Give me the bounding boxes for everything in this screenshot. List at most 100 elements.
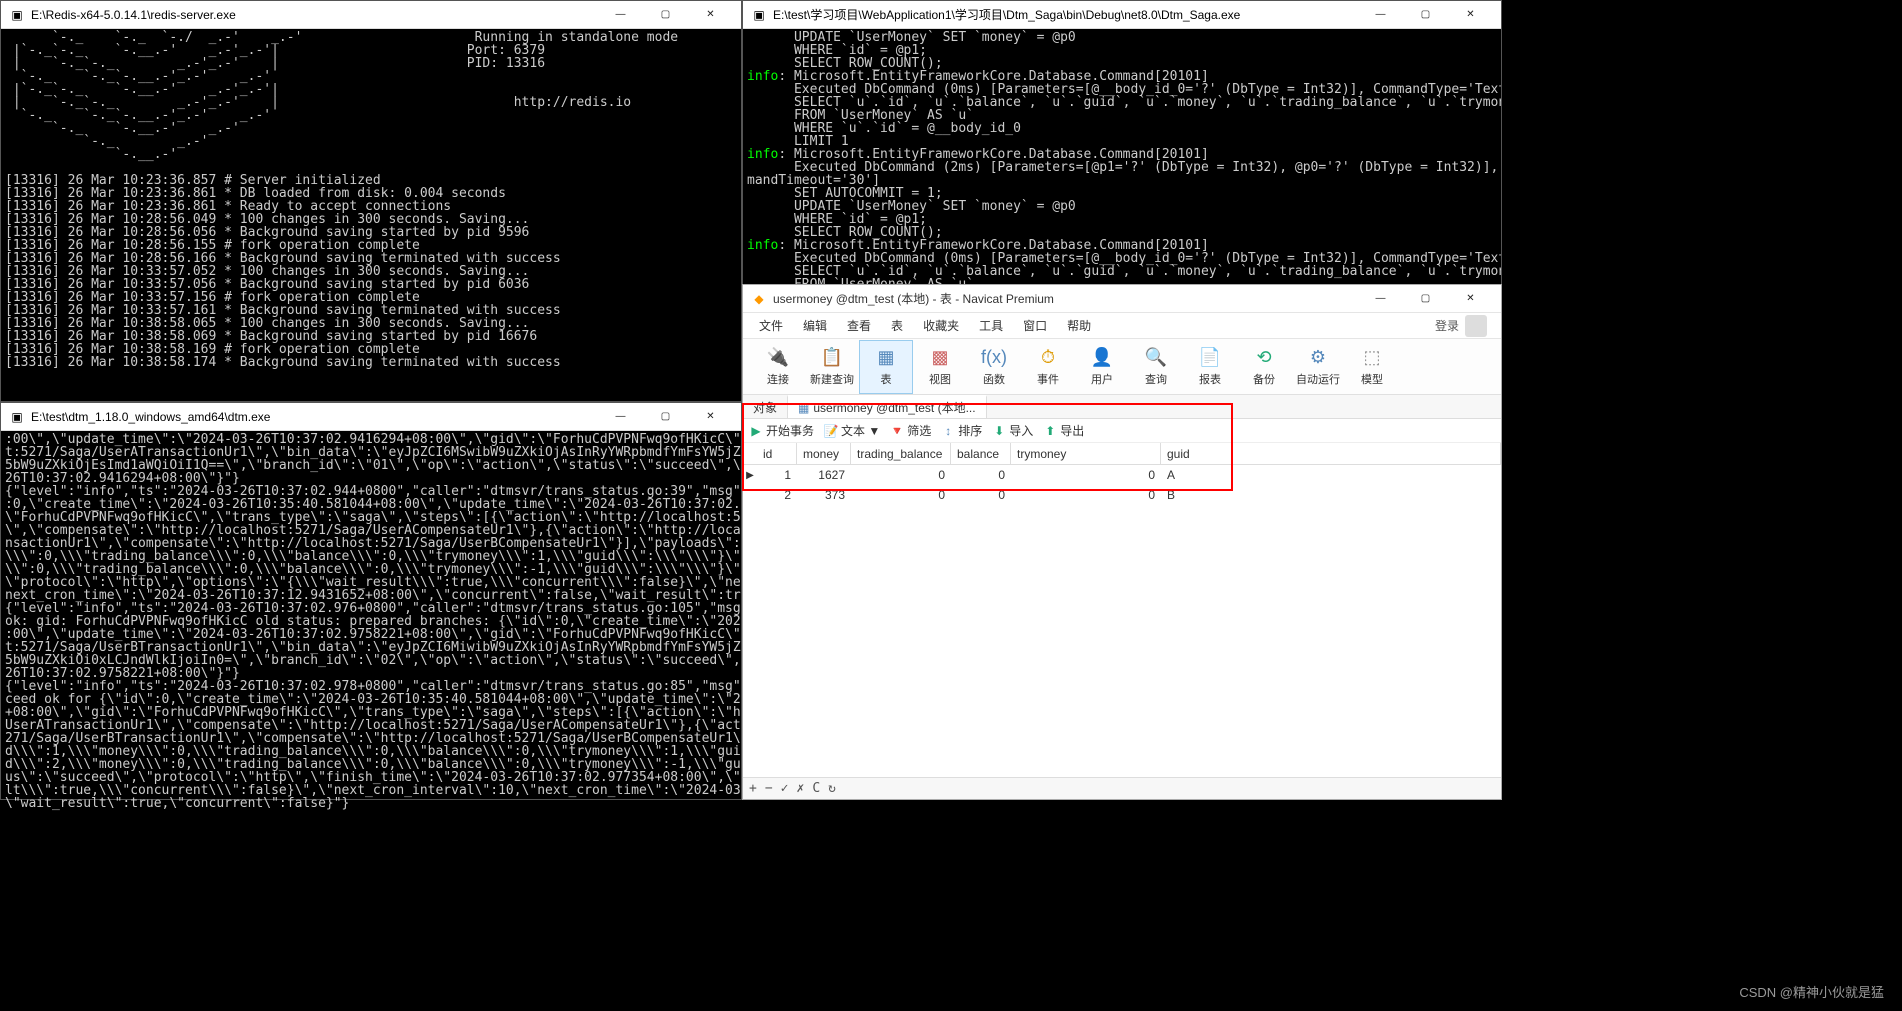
menu-编辑[interactable]: 编辑 [793,313,837,338]
视图-icon: ▩ [929,347,951,369]
console-icon: ▣ [751,7,767,23]
maximize-button[interactable]: ▢ [643,1,688,29]
col-header-money[interactable]: money [797,443,851,464]
close-button[interactable]: ✕ [688,403,733,431]
status-btn[interactable]: ✓ [781,781,789,796]
window-controls: — ▢ ✕ [598,403,733,431]
新建查询-icon: 📋 [821,347,843,369]
tab-usermoney[interactable]: ▦usermoney @dtm_test (本地... [788,395,987,418]
saga-title: E:\test\学习项目\WebApplication1\学习项目\Dtm_Sa… [773,6,1358,23]
maximize-button[interactable]: ▢ [1403,285,1448,313]
toolbar-新建查询[interactable]: 📋新建查询 [805,340,859,394]
action-排序[interactable]: ↕排序 [941,422,982,439]
action-筛选[interactable]: 🔻筛选 [890,422,931,439]
toolbar-表[interactable]: ▦表 [859,340,913,394]
table-row[interactable]: ▶11627000A [743,465,1501,485]
cell-money[interactable]: 1627 [797,465,851,485]
menu-查看[interactable]: 查看 [837,313,881,338]
dtm-title: E:\test\dtm_1.18.0_windows_amd64\dtm.exe [31,410,598,424]
cell-id[interactable]: 2 [757,485,797,505]
模型-icon: ⬚ [1361,347,1383,369]
action-导入[interactable]: ⬇导入 [992,422,1033,439]
action-icon: ↕ [941,424,955,438]
menu-表[interactable]: 表 [881,313,913,338]
minimize-button[interactable]: — [1358,285,1403,313]
tab-objects[interactable]: 对象 [743,395,788,418]
toolbar-报表[interactable]: 📄报表 [1183,340,1237,394]
menu-帮助[interactable]: 帮助 [1057,313,1101,338]
navicat-titlebar[interactable]: ◆ usermoney @dtm_test (本地) - 表 - Navicat… [743,285,1501,313]
cell-balance[interactable]: 0 [951,485,1011,505]
row-selector-header [743,443,757,464]
cell-trymoney[interactable]: 0 [1011,485,1161,505]
status-btn[interactable]: ↻ [828,781,836,796]
maximize-button[interactable]: ▢ [643,403,688,431]
cell-money[interactable]: 373 [797,485,851,505]
col-header-id[interactable]: id [757,443,797,464]
saga-output: UPDATE `UserMoney` SET `money` = @p0 WHE… [743,29,1501,306]
dtm-titlebar[interactable]: ▣ E:\test\dtm_1.18.0_windows_amd64\dtm.e… [1,403,741,431]
navicat-toolbar: 🔌连接📋新建查询▦表▩视图f(x)函数⏱事件👤用户🔍查询📄报表⟲备份⚙自动运行⬚… [743,339,1501,395]
table-row[interactable]: 2373000B [743,485,1501,505]
data-header: id money trading_balance balance trymone… [743,443,1501,465]
事件-icon: ⏱ [1037,347,1059,369]
toolbar-模型[interactable]: ⬚模型 [1345,340,1399,394]
action-导出[interactable]: ⬆导出 [1043,422,1084,439]
close-button[interactable]: ✕ [1448,1,1493,29]
报表-icon: 📄 [1199,347,1221,369]
redis-titlebar[interactable]: ▣ E:\Redis-x64-5.0.14.1\redis-server.exe… [1,1,741,29]
toolbar-视图[interactable]: ▩视图 [913,340,967,394]
cell-guid[interactable]: A [1161,465,1501,485]
toolbar-函数[interactable]: f(x)函数 [967,340,1021,394]
redis-title: E:\Redis-x64-5.0.14.1\redis-server.exe [31,8,598,22]
col-header-trading-balance[interactable]: trading_balance [851,443,951,464]
status-btn[interactable]: − [765,781,773,796]
saga-console: ▣ E:\test\学习项目\WebApplication1\学习项目\Dtm_… [742,0,1502,290]
cell-id[interactable]: 1 [757,465,797,485]
cell-trading_balance[interactable]: 0 [851,465,951,485]
close-button[interactable]: ✕ [1448,285,1493,313]
action-开始事务[interactable]: ▶开始事务 [749,422,814,439]
cell-trading_balance[interactable]: 0 [851,485,951,505]
menu-窗口[interactable]: 窗口 [1013,313,1057,338]
status-btn[interactable]: ✗ [796,781,804,796]
close-button[interactable]: ✕ [688,1,733,29]
toolbar-事件[interactable]: ⏱事件 [1021,340,1075,394]
status-btn[interactable]: + [749,781,757,796]
menu-收藏夹[interactable]: 收藏夹 [913,313,969,338]
cell-balance[interactable]: 0 [951,465,1011,485]
login-button[interactable]: 登录 [1427,313,1495,338]
status-btn[interactable]: C [812,781,820,796]
col-header-guid[interactable]: guid [1161,443,1501,464]
menu-文件[interactable]: 文件 [749,313,793,338]
navicat-menubar: 文件编辑查看表收藏夹工具窗口帮助 登录 [743,313,1501,339]
redis-console: ▣ E:\Redis-x64-5.0.14.1\redis-server.exe… [0,0,742,402]
row-selector: ▶ [743,465,757,485]
col-header-balance[interactable]: balance [951,443,1011,464]
minimize-button[interactable]: — [598,1,643,29]
toolbar-查询[interactable]: 🔍查询 [1129,340,1183,394]
row-selector [743,485,757,505]
action-文本 ▼[interactable]: 📝文本 ▼ [824,422,880,439]
window-controls: — ▢ ✕ [1358,1,1493,29]
maximize-button[interactable]: ▢ [1403,1,1448,29]
redis-output: `-._ `-._ `-./ _.-' _.-' Running in stan… [1,29,741,371]
window-controls: — ▢ ✕ [1358,285,1493,313]
toolbar-备份[interactable]: ⟲备份 [1237,340,1291,394]
cell-guid[interactable]: B [1161,485,1501,505]
cell-trymoney[interactable]: 0 [1011,465,1161,485]
data-grid: id money trading_balance balance trymone… [743,443,1501,505]
toolbar-连接[interactable]: 🔌连接 [751,340,805,394]
menu-工具[interactable]: 工具 [969,313,1013,338]
avatar-icon [1465,315,1487,337]
action-icon: ▶ [749,424,763,438]
dtm-console: ▣ E:\test\dtm_1.18.0_windows_amd64\dtm.e… [0,402,742,800]
minimize-button[interactable]: — [1358,1,1403,29]
saga-titlebar[interactable]: ▣ E:\test\学习项目\WebApplication1\学习项目\Dtm_… [743,1,1501,29]
col-header-trymoney[interactable]: trymoney [1011,443,1161,464]
minimize-button[interactable]: — [598,403,643,431]
toolbar-用户[interactable]: 👤用户 [1075,340,1129,394]
用户-icon: 👤 [1091,347,1113,369]
action-icon: ⬆ [1043,424,1057,438]
toolbar-自动运行[interactable]: ⚙自动运行 [1291,340,1345,394]
